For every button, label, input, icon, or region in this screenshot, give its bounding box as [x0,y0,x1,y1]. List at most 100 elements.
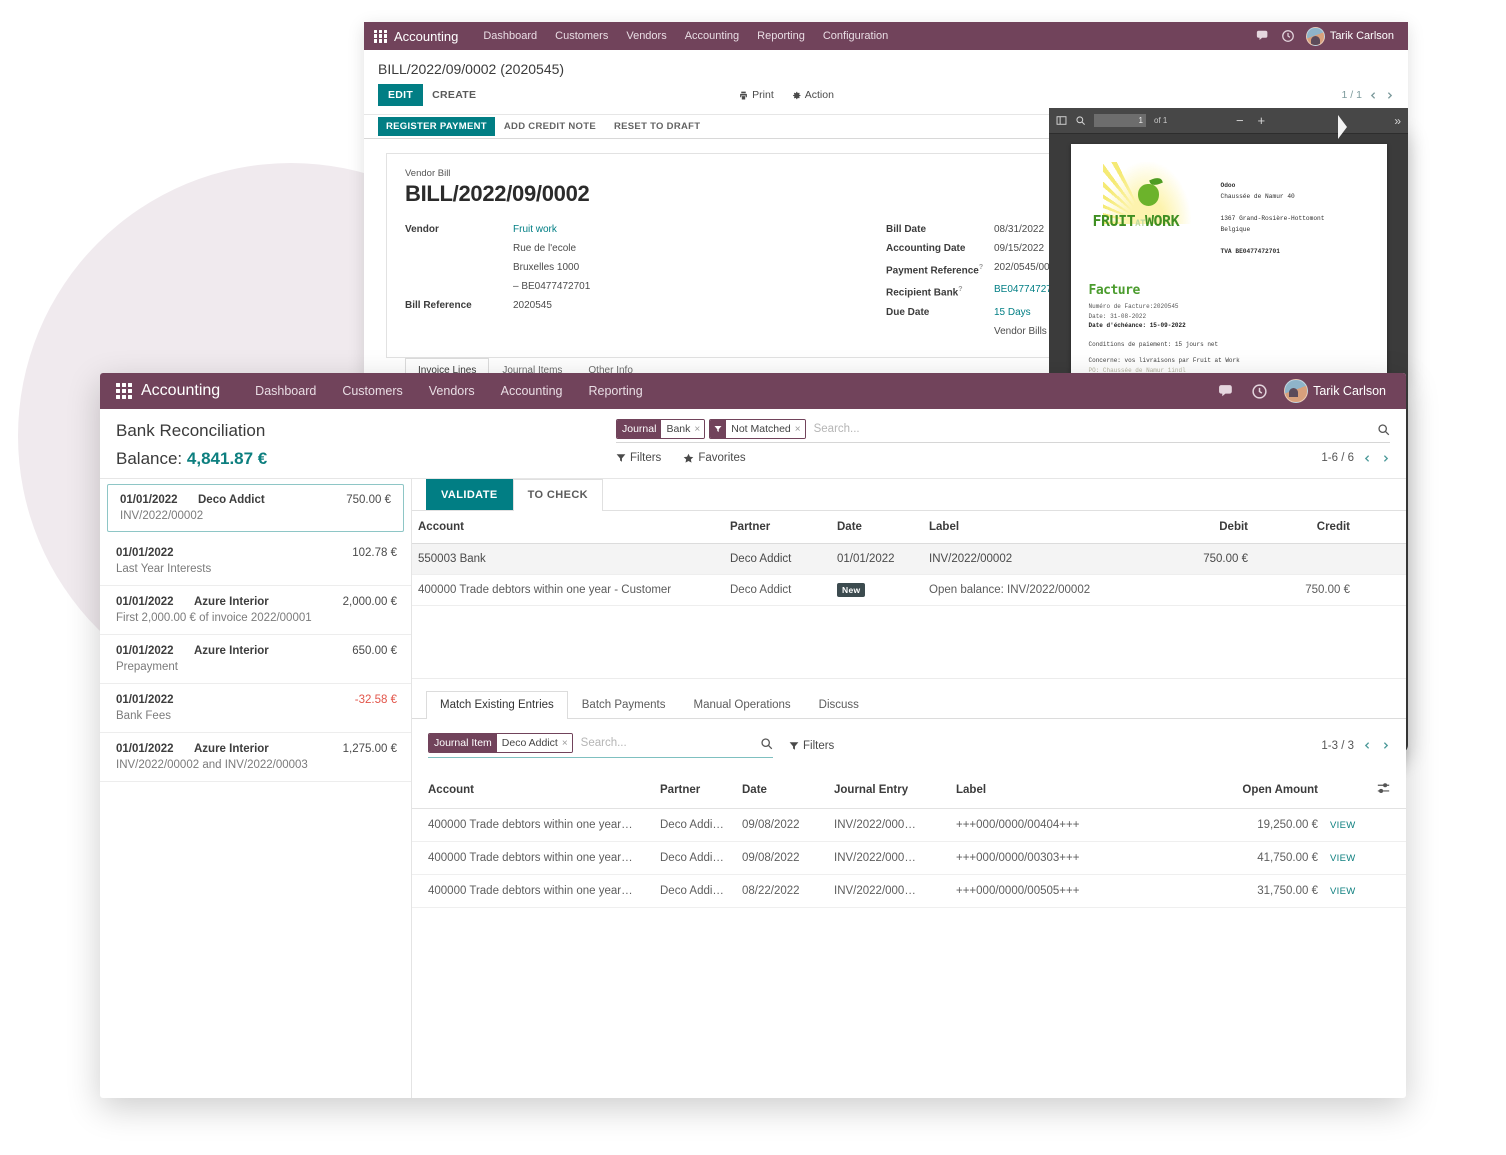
clock-icon[interactable] [1251,383,1268,400]
apple-icon [1137,184,1159,206]
action-label: Action [804,89,834,101]
match-entry-row[interactable]: 400000 Trade debtors within one year… Dec… [412,841,1406,875]
apps-grid-icon[interactable] [374,29,387,43]
chevron-right-icon[interactable] [1385,91,1394,100]
facet-journal[interactable]: Journal Bank × [616,419,706,439]
logo-word-1: FRUIT [1092,212,1136,230]
view-link[interactable]: VIEW [1330,853,1355,864]
pdf-page-count: of 1 [1154,116,1168,125]
bg-navbar: Accounting Dashboard Customers Vendors A… [364,22,1408,50]
create-button[interactable]: CREATE [423,84,485,106]
journal-entry-table: Account Partner Date Label Debit Credit … [412,511,1406,606]
mt-cell-account: 400000 Trade debtors within one year… [412,808,654,842]
bg-nav-reporting[interactable]: Reporting [748,30,814,42]
column-settings-icon[interactable] [1377,782,1390,795]
bill-date-value: 08/31/2022 [994,224,1045,235]
statement-line-item[interactable]: 01/01/2022 Deco Addict 750.00 € INV/2022/00… [107,484,404,532]
match-entry-row[interactable]: 400000 Trade debtors within one year… Dec… [412,874,1406,908]
recipient-name: Odoo [1220,182,1236,189]
journal-entry-body: 550003 Bank Deco Addict 01/01/2022 INV/2022… [412,543,1406,606]
fg-user-menu[interactable]: Tarik Carlson [1284,379,1386,403]
tab-discuss[interactable]: Discuss [805,691,873,718]
avatar [1284,379,1309,403]
statement-line-item[interactable]: 01/01/2022 Azure Interior 650.00 € Prepayme… [100,635,411,684]
statement-line-item[interactable]: 01/01/2022 Azure Interior 1,275.00 € INV/20… [100,733,411,782]
search-icon[interactable] [1075,115,1086,126]
pdf-page-input[interactable] [1094,114,1146,127]
journal-entry-row[interactable]: 400000 Trade debtors within one year - C… [412,574,1406,606]
statement-line-top: 01/01/2022 Azure Interior 1,275.00 € [116,743,397,755]
bg-nav-menu: Dashboard Customers Vendors Accounting R… [474,30,897,42]
chevron-left-icon[interactable] [1363,454,1372,463]
favorites-button[interactable]: Favorites [683,452,746,464]
bill-field-vendor: Vendor Fruit work [405,223,886,237]
chevron-right-icon[interactable] [1381,454,1390,463]
bg-nav-dashboard[interactable]: Dashboard [474,30,546,42]
statement-line-item[interactable]: 01/01/2022 -32.58 € Bank Fees [100,684,411,733]
match-pager-label: 1-3 / 3 [1321,739,1354,752]
fg-nav-customers[interactable]: Customers [329,384,415,398]
register-payment-button[interactable]: REGISTER PAYMENT [378,117,495,136]
bg-nav-configuration[interactable]: Configuration [814,30,897,42]
facet-not-matched-remove-icon[interactable]: × [795,424,801,435]
facet-journal-item-remove-icon[interactable]: × [562,738,568,749]
chat-icon[interactable] [1256,29,1270,43]
bg-nav-accounting[interactable]: Accounting [676,30,748,42]
facet-journal-item[interactable]: Journal Item Deco Addict × [428,733,573,753]
fg-nav-accounting[interactable]: Accounting [488,384,576,398]
facet-journal-remove-icon[interactable]: × [694,424,700,435]
vendor-city: Bruxelles 1000 [513,262,580,273]
mt-cell-label: +++000/0000/00404+++ [950,808,1192,842]
match-header-row: Account Partner Date Journal Entry Label… [412,772,1406,809]
facet-not-matched[interactable]: Not Matched × [709,419,806,439]
statement-lines-list: 01/01/2022 Deco Addict 750.00 € INV/2022/00… [100,479,412,1098]
journal-entry-row[interactable]: 550003 Bank Deco Addict 01/01/2022 INV/2022… [412,543,1406,575]
clock-icon[interactable] [1281,29,1295,43]
tab-batch-payments[interactable]: Batch Payments [568,691,680,718]
mt-cell-open-amount: 19,250.00 € [1192,808,1324,842]
fg-nav-reporting[interactable]: Reporting [576,384,656,398]
bg-cp-actions: Print Action [739,89,834,101]
statement-line-label: First 2,000.00 € of invoice 2022/00001 [116,612,312,624]
view-link[interactable]: VIEW [1330,886,1355,897]
chevron-left-icon[interactable] [1369,91,1378,100]
edit-button[interactable]: EDIT [378,84,424,106]
apps-grid-icon[interactable] [116,383,132,399]
statement-line-amount: 750.00 € [346,494,391,506]
sidebar-toggle-icon[interactable] [1056,115,1067,126]
match-search-input[interactable] [576,737,760,749]
tab-manual-operations[interactable]: Manual Operations [680,691,805,718]
fg-navbar: Accounting Dashboard Customers Vendors A… [100,373,1406,409]
match-entry-row[interactable]: 400000 Trade debtors within one year… Dec… [412,808,1406,842]
statement-line-item[interactable]: 01/01/2022 102.78 € Last Year Interests [100,537,411,586]
tab-match-existing-entries[interactable]: Match Existing Entries [426,691,568,719]
match-filters-button[interactable]: Filters [789,740,834,752]
view-link[interactable]: VIEW [1330,820,1355,831]
pager-label: 1-6 / 6 [1321,452,1354,464]
to-check-tab[interactable]: TO CHECK [512,479,604,511]
fg-nav-dashboard[interactable]: Dashboard [242,384,329,398]
due-date-value[interactable]: 15 Days [994,306,1031,320]
chat-icon[interactable] [1218,383,1235,400]
bg-nav-customers[interactable]: Customers [546,30,617,42]
chevron-left-icon[interactable] [1363,741,1372,750]
zoom-in-button[interactable]: + [1258,114,1266,127]
vendor-value[interactable]: Fruit work [513,223,557,237]
reset-to-draft-button[interactable]: RESET TO DRAFT [605,117,709,136]
search-icon[interactable] [1377,423,1390,436]
bg-nav-vendors[interactable]: Vendors [617,30,675,42]
print-button[interactable]: Print [739,89,774,101]
fg-nav-vendors[interactable]: Vendors [416,384,488,398]
search-input[interactable] [809,423,1377,435]
mt-cell-label: +++000/0000/00303+++ [950,841,1192,875]
chevron-right-icon[interactable] [1381,741,1390,750]
statement-line-item[interactable]: 01/01/2022 Azure Interior 2,000.00 € First … [100,586,411,635]
zoom-out-button[interactable]: − [1236,114,1244,127]
filters-button[interactable]: Filters [616,452,661,464]
validate-button[interactable]: VALIDATE [426,479,513,510]
action-button[interactable]: Action [792,89,834,101]
bg-user-menu[interactable]: Tarik Carlson [1305,26,1394,46]
add-credit-note-button[interactable]: ADD CREDIT NOTE [495,117,605,136]
pdf-more-button[interactable]: » [1394,114,1401,128]
search-icon[interactable] [760,737,773,750]
